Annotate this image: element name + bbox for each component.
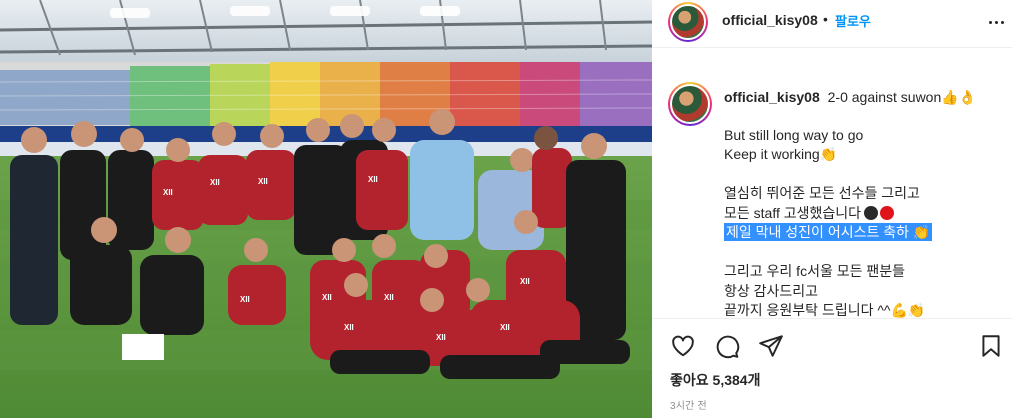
svg-text:XII: XII bbox=[258, 177, 268, 186]
red-circle-emoji bbox=[880, 205, 895, 220]
black-circle-emoji bbox=[864, 205, 879, 220]
follow-button[interactable]: 팔로우 bbox=[835, 11, 871, 30]
caption-headline: 2-0 against suwon bbox=[827, 89, 942, 105]
caption-text: official_kisy08 2-0 against suwon👍👌 But … bbox=[724, 88, 1004, 321]
post-details-panel: official_kisy08 • 팔로우 official_kisy08 2-… bbox=[652, 0, 1012, 418]
caption-line-1: But still long way to go bbox=[724, 126, 864, 143]
svg-text:XII: XII bbox=[240, 295, 250, 304]
svg-text:XII: XII bbox=[322, 293, 332, 302]
svg-text:XII: XII bbox=[163, 188, 173, 197]
caption-line-8: 그리고 우리 fc서울 모든 팬분들 bbox=[724, 263, 906, 279]
bookmark-icon[interactable] bbox=[978, 333, 1004, 359]
post-header: official_kisy08 • 팔로우 bbox=[652, 0, 1012, 48]
caption-username[interactable]: official_kisy08 bbox=[724, 89, 820, 105]
separator-dot: • bbox=[823, 11, 828, 27]
svg-text:XII: XII bbox=[500, 323, 510, 332]
caption-line-5: 모든 staff 고생했습니다 bbox=[724, 204, 1004, 224]
caption-line-9: 항상 감사드리고 bbox=[724, 282, 819, 299]
author-username[interactable]: official_kisy08 bbox=[722, 12, 818, 28]
action-bar bbox=[652, 318, 1012, 372]
caption-line-2: Keep it working👏 bbox=[724, 145, 1004, 165]
team-photo: XII XII XII XII XII XII XII XII XII XII XII bbox=[0, 0, 652, 418]
svg-text:XII: XII bbox=[368, 175, 378, 184]
svg-text:XII: XII bbox=[520, 277, 530, 286]
svg-text:XII: XII bbox=[436, 333, 446, 342]
svg-text:XII: XII bbox=[210, 178, 220, 187]
more-options-icon[interactable] bbox=[986, 12, 1006, 32]
heart-icon[interactable] bbox=[670, 333, 696, 359]
send-icon[interactable] bbox=[758, 333, 784, 359]
likes-count[interactable]: 좋아요 5,384개 bbox=[670, 370, 760, 390]
post-image[interactable]: XII XII XII XII XII XII XII XII XII XII XII bbox=[0, 0, 652, 418]
comment-icon[interactable] bbox=[714, 333, 740, 359]
caption-avatar[interactable] bbox=[668, 82, 712, 126]
clap-emoji: 👏 bbox=[912, 224, 931, 240]
clap-emoji: 👏 bbox=[819, 146, 838, 162]
svg-text:XII: XII bbox=[384, 293, 394, 302]
caption-first-line: official_kisy08 2-0 against suwon👍👌 bbox=[724, 88, 1004, 108]
post-timestamp[interactable]: 3시간 전 bbox=[670, 397, 707, 412]
author-avatar[interactable] bbox=[668, 2, 708, 42]
caption-line-6-highlighted: 제일 막내 성진이 어시스트 축하 👏 bbox=[724, 223, 1004, 243]
svg-text:XII: XII bbox=[344, 323, 354, 332]
thumbs-up-ok-emoji: 👍👌 bbox=[941, 89, 977, 105]
caption-line-4: 열심히 뛰어준 모든 선수들 그리고 bbox=[724, 185, 920, 201]
